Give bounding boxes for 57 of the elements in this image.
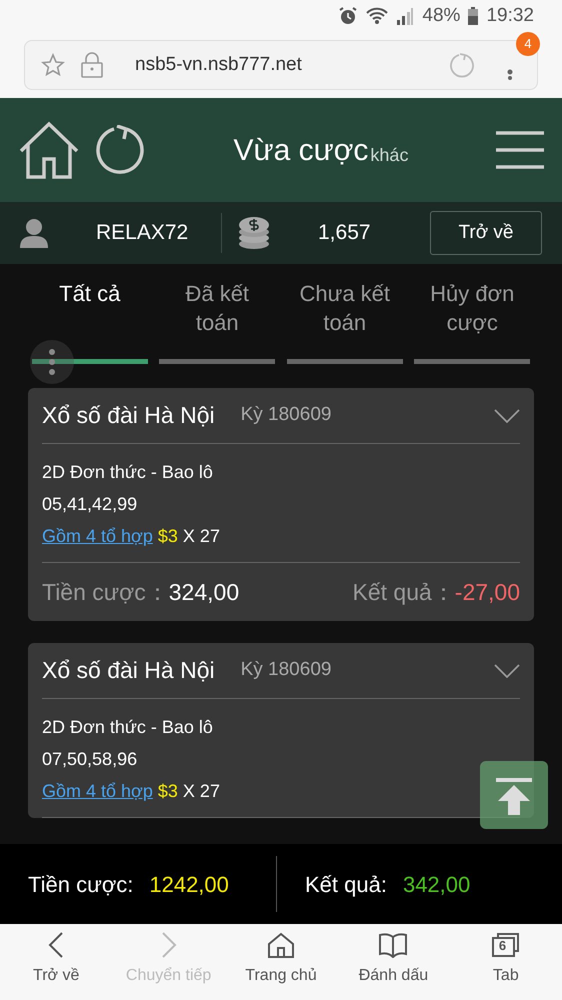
filter-tab[interactable]: Đã kết toán [158,280,277,364]
book-icon [379,932,408,958]
battery-icon [468,7,478,25]
home-icon [268,932,294,958]
draw-period: Kỳ 180609 [240,403,332,428]
signal-icon [396,7,414,25]
total-stake-amount: 1242,00 [149,870,229,898]
draw-period: Kỳ 180609 [240,658,332,682]
more-icon[interactable] [507,69,513,81]
filter-tab[interactable]: Hủy đơn cược [412,280,532,364]
bet-type: 2D Đơn thức - Bao lô [42,462,213,482]
multiplier: X 27 [182,781,220,801]
browser-nav-button[interactable]: Trang chủ [224,924,338,1000]
bet-numbers: 05,41,42,99 [42,494,138,514]
chevron-down-icon[interactable] [494,664,520,678]
back-button[interactable]: Trở về [430,211,542,255]
clock-time: 19:32 [486,4,534,28]
bet-numbers: 07,50,58,96 [42,749,138,769]
balance-amount: 1,657 [318,220,372,246]
battery-percent: 48% [422,4,460,28]
unit-price: $3 [158,781,178,801]
unit-price: $3 [158,526,178,546]
chevron-down-icon[interactable] [494,408,520,422]
combination-link[interactable]: Gồm 4 tổ hợp [42,526,153,546]
menu-icon[interactable] [496,131,544,169]
bet-type: 2D Đơn thức - Bao lô [42,717,213,737]
result-label: Kết quả： [352,578,455,607]
filter-tab[interactable]: Chưa kết toán [285,280,404,364]
alarm-icon [338,6,358,26]
browser-nav-button[interactable]: 6 Tab [450,924,562,1000]
refresh-icon[interactable] [96,125,146,175]
browser-nav-button[interactable]: Trở về [0,924,112,1000]
page-title: Vừa cược [234,132,368,168]
coins-icon [238,216,270,250]
result-amount: -27,00 [454,578,520,607]
lottery-title: Xổ số đài Hà Nội [42,656,215,686]
username: RELAX72 [96,220,190,246]
stake-label: Tiền cược： [42,578,169,607]
total-result-amount: 342,00 [402,870,470,898]
combination-link[interactable]: Gồm 4 tổ hợp [42,781,153,801]
scroll-to-top-icon[interactable] [480,761,548,829]
lock-icon [81,52,103,78]
page-subtitle: khác [370,144,408,166]
url-text: nsb5-vn.nsb777.net [135,52,303,77]
floating-handle[interactable] [30,340,74,384]
total-stake-label: Tiền cược: [28,870,134,898]
tab-count-badge: 4 [516,32,540,56]
lottery-title: Xổ số đài Hà Nội [42,401,215,430]
total-result-label: Kết quả: [305,870,387,899]
stake-amount: 324,00 [168,578,240,607]
multiplier: X 27 [182,526,220,546]
filter-tab[interactable]: Tất cả [30,280,150,364]
user-icon [20,218,48,248]
browser-nav-button[interactable]: Đánh dấu [337,924,450,1000]
home-icon[interactable] [18,121,80,179]
wifi-icon [366,7,388,25]
star-icon[interactable] [41,53,65,77]
